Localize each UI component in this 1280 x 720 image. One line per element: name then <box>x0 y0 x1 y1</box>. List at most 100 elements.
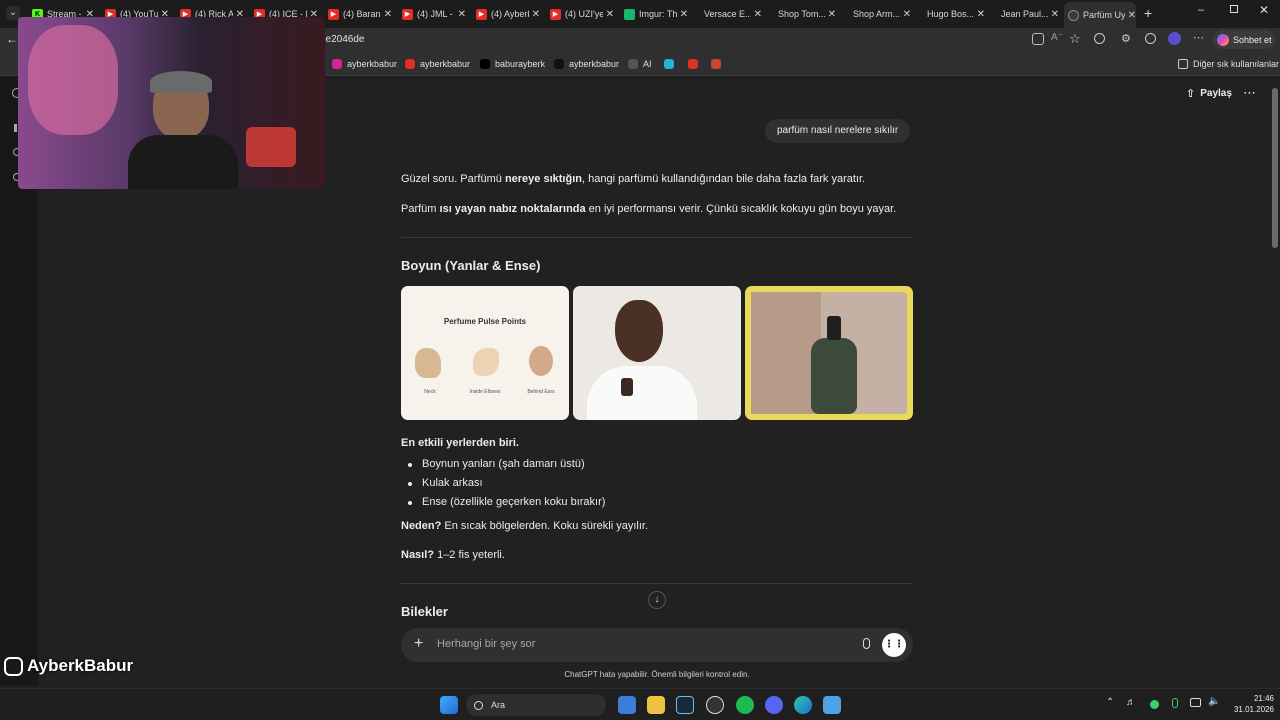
steam-icon[interactable] <box>676 696 694 714</box>
tab-title: Shop Arm... <box>853 9 900 19</box>
tab-6[interactable]: ▶ (4) JML - ...✕ <box>398 4 466 24</box>
prompt-input[interactable]: Herhangi bir şey sor <box>437 638 535 650</box>
image-close-up-spray[interactable] <box>745 286 913 420</box>
tab-title: Hugo Bos... <box>927 9 974 19</box>
tab-close-icon[interactable]: ✕ <box>384 9 392 20</box>
new-chat-icon[interactable] <box>14 124 17 132</box>
status-dot-icon[interactable] <box>1150 700 1159 709</box>
extensions-icon[interactable]: ⚙ <box>1121 32 1131 45</box>
refresh-extension-icon[interactable] <box>1094 33 1105 44</box>
generic-icon <box>995 9 997 20</box>
file-explorer-icon[interactable] <box>647 696 665 714</box>
bookmark-6[interactable] <box>664 57 679 71</box>
bookmark-8[interactable] <box>711 57 726 71</box>
intro-p2-c: en iyi performansı verir. Çünkü sıcaklık… <box>585 203 897 215</box>
scrollbar-thumb[interactable] <box>1272 88 1278 248</box>
why-paragraph: Neden? En sıcak bölgelerden. Koku sürekl… <box>401 520 648 532</box>
bookmark-label: ayberkbabur <box>420 59 471 69</box>
message-composer[interactable]: + Herhangi bir şey sor ⋮⋮ <box>401 628 913 662</box>
tab-9[interactable]: Imgur: The...✕ <box>620 4 688 24</box>
tab-11[interactable]: Shop Tom... ✕ <box>768 4 836 24</box>
favorite-star-icon[interactable]: ☆ <box>1069 31 1081 47</box>
attach-plus-icon[interactable]: + <box>414 635 423 653</box>
tab-close-icon[interactable]: ✕ <box>828 9 836 20</box>
minimize-button[interactable]: – <box>1198 4 1204 16</box>
tab-close-icon[interactable]: ✕ <box>680 9 688 20</box>
tab-5[interactable]: ▶ (4) Baran...✕ <box>324 4 392 24</box>
bookmark-5[interactable]: AI <box>628 57 652 71</box>
tab-close-icon[interactable]: ✕ <box>458 9 466 20</box>
github-icon[interactable] <box>706 696 724 714</box>
close-window-button[interactable]: ✕ <box>1259 3 1269 17</box>
new-tab-button[interactable]: + <box>1144 5 1152 21</box>
restore-button[interactable] <box>1230 5 1238 13</box>
tab-close-icon[interactable]: ✕ <box>977 9 985 20</box>
generic-icon <box>921 9 923 20</box>
clock-time[interactable]: 21:46 <box>1230 694 1274 703</box>
webcam-blossom-art <box>28 25 118 135</box>
bookmark-4[interactable]: ayberkbabur <box>554 57 619 71</box>
cloud-icon <box>664 59 674 69</box>
tab-14[interactable]: Jean Paul... ✕ <box>991 4 1059 24</box>
widgets-icon[interactable] <box>618 696 636 714</box>
other-bookmarks-folder[interactable]: Diğer sık kullanılanlar <box>1178 57 1279 71</box>
mic-tray-icon[interactable] <box>1172 698 1178 708</box>
windows-start-icon[interactable] <box>440 696 458 714</box>
bookmark-1[interactable]: ayberkbabur <box>332 57 397 71</box>
tab-close-icon[interactable]: ✕ <box>1128 10 1136 21</box>
generic-icon <box>772 9 774 20</box>
bookmark-2[interactable]: ayberkbabur <box>405 57 470 71</box>
tab-13[interactable]: Hugo Bos... ✕ <box>917 4 985 24</box>
webcam-person-body <box>128 135 238 189</box>
tab-close-icon[interactable]: ✕ <box>1051 9 1059 20</box>
bullet-dot <box>408 501 412 505</box>
immersive-reader-icon[interactable] <box>1032 33 1044 45</box>
edge-icon[interactable] <box>794 696 812 714</box>
back-arrow-icon[interactable]: ← <box>6 32 18 46</box>
user-message-bubble: parfüm nasıl nerelere sıkılır <box>765 119 911 143</box>
speaker-icon[interactable]: ♬ <box>1126 697 1136 708</box>
address-bar[interactable]: de2046de <box>320 30 1100 50</box>
copilot-chat-button[interactable]: Sohbet et <box>1213 30 1275 49</box>
discord-icon[interactable] <box>765 696 783 714</box>
divider <box>401 237 913 238</box>
tab-close-icon[interactable]: ✕ <box>903 9 911 20</box>
scroll-down-button[interactable]: ↓ <box>648 591 666 609</box>
tab-10[interactable]: Versace E... ✕ <box>694 4 762 24</box>
tab-close-icon[interactable]: ✕ <box>532 9 540 20</box>
taskbar-search-box[interactable]: Ara <box>466 694 606 716</box>
generic-icon <box>698 9 700 20</box>
conversation-more-icon[interactable]: ⋯ <box>1243 85 1256 101</box>
share-label: Paylaş <box>1200 88 1232 99</box>
youtube-icon <box>688 59 698 69</box>
clock-date[interactable]: 31.01.2026 <box>1222 705 1274 714</box>
image-man-spraying-neck[interactable] <box>573 286 741 420</box>
share-button[interactable]: ⇧ Paylaş <box>1186 87 1232 100</box>
read-aloud-icon[interactable]: A⁻ <box>1051 32 1063 43</box>
tab-12[interactable]: Shop Arm... ✕ <box>843 4 911 24</box>
tab-title: (4) Baran... <box>343 9 381 19</box>
tab-close-icon[interactable]: ✕ <box>754 9 762 20</box>
why-text: En sıcak bölgelerden. Koku sürekli yayıl… <box>441 520 649 532</box>
network-icon[interactable] <box>1190 698 1201 707</box>
spotify-icon[interactable] <box>736 696 754 714</box>
volume-icon[interactable]: 🔈 <box>1208 696 1220 707</box>
bookmark-7[interactable] <box>688 57 703 71</box>
tab-15[interactable]: Parfüm Uy...✕ <box>1064 2 1136 28</box>
profile-avatar[interactable] <box>1168 32 1181 45</box>
tab-close-icon[interactable]: ✕ <box>606 9 614 20</box>
tab-7[interactable]: ▶ (4) Ayberk...✕ <box>472 4 540 24</box>
page-scrollbar[interactable] <box>1270 88 1280 248</box>
history-icon[interactable] <box>1145 33 1156 44</box>
image-pulse-points-diagram[interactable]: Perfume Pulse Points Neck Inside Elbows … <box>401 286 569 420</box>
tray-chevron-icon[interactable]: ⌃ <box>1106 697 1114 708</box>
notepad-icon[interactable] <box>823 696 841 714</box>
tab-8[interactable]: ▶ (4) UZI'ye...✕ <box>546 4 614 24</box>
bookmark-label: ayberkbabur <box>347 59 398 69</box>
microphone-icon[interactable] <box>863 638 870 649</box>
voice-mode-button[interactable]: ⋮⋮ <box>882 633 906 657</box>
instagram-icon <box>332 59 342 69</box>
bookmark-3[interactable]: baburayberk <box>480 57 545 71</box>
more-options-icon[interactable]: ⋯ <box>1193 31 1204 44</box>
tiktok-icon <box>554 59 564 69</box>
